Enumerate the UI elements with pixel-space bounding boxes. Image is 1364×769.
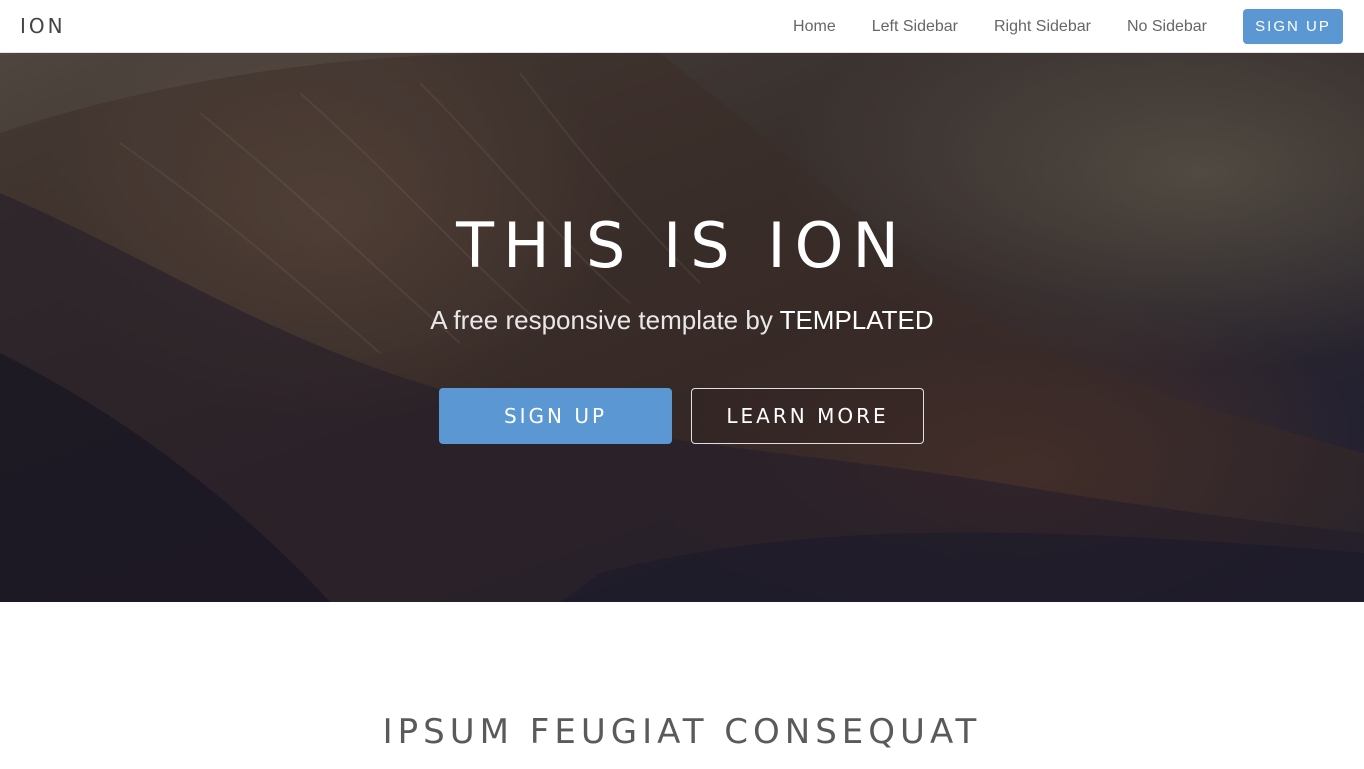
section-title: IPSUM FEUGIAT CONSEQUAT [382, 712, 982, 752]
nav-signup-button[interactable]: SIGN UP [1243, 9, 1343, 44]
hero-signup-button[interactable]: SIGN UP [439, 388, 672, 444]
hero-learn-more-button[interactable]: LEARN MORE [691, 388, 924, 444]
templated-link[interactable]: TEMPLATED [780, 305, 934, 335]
hero-subtitle-text: A free responsive template by [430, 305, 780, 335]
hero-banner: THIS IS ION A free responsive template b… [0, 53, 1364, 602]
top-navigation-bar: ION Home Left Sidebar Right Sidebar No S… [0, 0, 1364, 53]
hero-content: THIS IS ION A free responsive template b… [0, 53, 1364, 602]
nav-link-no-sidebar[interactable]: No Sidebar [1127, 18, 1207, 36]
nav-link-left-sidebar[interactable]: Left Sidebar [872, 18, 958, 36]
hero-title: THIS IS ION [456, 209, 908, 282]
nav-link-right-sidebar[interactable]: Right Sidebar [994, 18, 1091, 36]
site-logo[interactable]: ION [20, 14, 66, 38]
nav-link-home[interactable]: Home [793, 18, 836, 36]
hero-subtitle: A free responsive template by TEMPLATED [0, 305, 1364, 336]
main-nav: Home Left Sidebar Right Sidebar No Sideb… [793, 0, 1364, 53]
